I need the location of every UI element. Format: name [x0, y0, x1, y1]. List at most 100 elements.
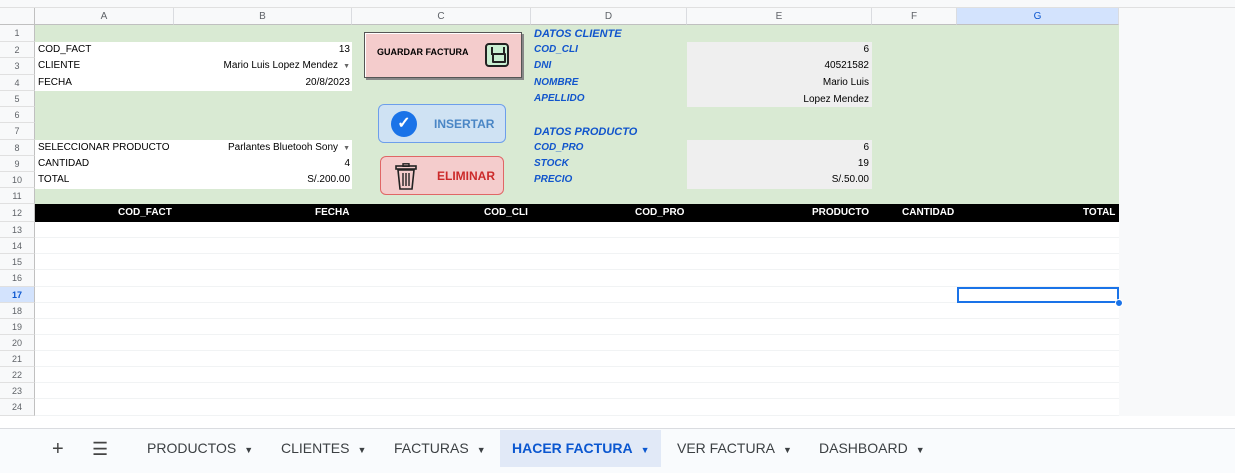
- nombre-value: Mario Luis: [822, 77, 869, 88]
- tab-ver-factura[interactable]: VER FACTURA ▼: [665, 430, 804, 467]
- tab-menu-arrow-icon: ▼: [244, 445, 254, 455]
- cod-pro-label: COD_PRO: [534, 142, 584, 153]
- column-header-d[interactable]: D: [531, 8, 687, 25]
- precio-value: S/.50.00: [831, 174, 869, 185]
- tab-menu-arrow-icon: ▼: [357, 445, 367, 455]
- selected-cell-g17[interactable]: [957, 287, 1119, 303]
- tab-label: FACTURAS: [394, 440, 469, 456]
- producto-label: SELECCIONAR PRODUCTO: [38, 142, 170, 153]
- tab-label: VER FACTURA: [677, 440, 776, 456]
- detail-header-total: TOTAL: [1083, 207, 1116, 218]
- column-header-g[interactable]: G: [957, 8, 1119, 25]
- fill-handle[interactable]: [1115, 299, 1123, 307]
- row-header-10[interactable]: 10: [0, 172, 35, 188]
- row-header-24[interactable]: 24: [0, 399, 35, 416]
- row-header-3[interactable]: 3: [0, 58, 35, 75]
- producto-dropdown[interactable]: Parlantes Bluetooh Sony ▼: [175, 140, 350, 157]
- detail-header-cod-fact: COD_FACT: [118, 207, 172, 218]
- row-header-6[interactable]: 6: [0, 107, 35, 123]
- tab-facturas[interactable]: FACTURAS ▼: [382, 430, 498, 467]
- datos-producto-heading: DATOS PRODUCTO: [534, 126, 638, 138]
- grid-line: [35, 253, 1119, 254]
- row-header-17[interactable]: 17: [0, 287, 35, 303]
- nombre-label: NOMBRE: [534, 77, 579, 88]
- grid-line: [35, 237, 1119, 238]
- row-header-21[interactable]: 21: [0, 351, 35, 367]
- row-header-13[interactable]: 13: [0, 222, 35, 238]
- stock-label: STOCK: [534, 158, 569, 169]
- toolbar-strip: [0, 0, 1235, 8]
- stock-value: 19: [857, 158, 869, 169]
- detail-header-cod-cli: COD_CLI: [484, 207, 528, 218]
- row-header-15[interactable]: 15: [0, 254, 35, 270]
- cod-fact-value[interactable]: 13: [200, 42, 350, 58]
- row-header-8[interactable]: 8: [0, 140, 35, 156]
- row-header-19[interactable]: 19: [0, 319, 35, 335]
- cliente-label: CLIENTE: [38, 60, 81, 71]
- select-all-corner[interactable]: [0, 8, 35, 25]
- detail-header-bar: [35, 204, 1119, 222]
- tab-dashboard[interactable]: DASHBOARD ▼: [807, 430, 937, 467]
- spreadsheet-window: A B C D E F G 1 2 3 4 5 6 7 8 9 10 11 12 13 14 15 16 17 1…: [0, 0, 1235, 473]
- detail-header-cod-pro: COD_PRO: [635, 207, 685, 218]
- detail-header-producto: PRODUCTO: [812, 207, 870, 218]
- row-header-11[interactable]: 11: [0, 188, 35, 204]
- all-sheets-menu-icon[interactable]: ☰: [92, 437, 108, 461]
- column-header-f[interactable]: F: [872, 8, 957, 25]
- row-header-4[interactable]: 4: [0, 75, 35, 91]
- row-header-14[interactable]: 14: [0, 238, 35, 254]
- dni-label: DNI: [534, 60, 552, 71]
- grid-line: [35, 334, 1119, 335]
- tab-label: CLIENTES: [281, 440, 350, 456]
- cliente-dropdown[interactable]: Mario Luis Lopez Mendez ▼: [175, 58, 350, 75]
- row-header-2[interactable]: 2: [0, 42, 35, 58]
- grid-line: [35, 350, 1119, 351]
- row-header-12[interactable]: 12: [0, 204, 35, 222]
- tab-hacer-factura[interactable]: HACER FACTURA ▼: [500, 430, 662, 467]
- apellido-value: Lopez Mendez: [803, 94, 869, 105]
- column-header-e[interactable]: E: [687, 8, 872, 25]
- tab-clientes[interactable]: CLIENTES ▼: [269, 430, 378, 467]
- row-header-16[interactable]: 16: [0, 270, 35, 287]
- grid-line: [35, 318, 1119, 319]
- cantidad-value[interactable]: 4: [200, 156, 350, 172]
- cliente-value: Mario Luis Lopez Mendez: [223, 60, 339, 71]
- grid-line: [35, 415, 1119, 416]
- column-header-c[interactable]: C: [352, 8, 531, 25]
- grid-line: [35, 382, 1119, 383]
- cod-cli-value: 6: [863, 44, 869, 55]
- column-header-a[interactable]: A: [35, 8, 174, 25]
- tab-label: DASHBOARD: [819, 440, 908, 456]
- row-header-18[interactable]: 18: [0, 303, 35, 319]
- eliminar-label: ELIMINAR: [437, 169, 495, 183]
- fecha-value[interactable]: 20/8/2023: [200, 75, 351, 91]
- checkmark-icon: ✓: [391, 111, 417, 137]
- total-label: TOTAL: [38, 174, 70, 185]
- detail-header-fecha: FECHA: [315, 207, 350, 218]
- row-header-22[interactable]: 22: [0, 367, 35, 383]
- total-value: S/.200.00: [307, 174, 350, 185]
- tab-menu-arrow-icon: ▼: [640, 445, 650, 455]
- tab-menu-arrow-icon: ▼: [783, 445, 792, 455]
- row-header-7[interactable]: 7: [0, 123, 35, 140]
- tab-label: PRODUCTOS: [147, 440, 237, 456]
- tab-label: HACER FACTURA: [512, 440, 633, 456]
- guardar-factura-button[interactable]: GUARDAR FACTURA: [364, 32, 522, 78]
- row-header-9[interactable]: 9: [0, 156, 35, 172]
- cod-cli-label: COD_CLI: [534, 44, 578, 55]
- cod-pro-value: 6: [863, 142, 869, 153]
- row-header-23[interactable]: 23: [0, 383, 35, 399]
- row-header-5[interactable]: 5: [0, 91, 35, 107]
- insertar-label: INSERTAR: [434, 117, 495, 131]
- tab-productos[interactable]: PRODUCTOS ▼: [135, 430, 265, 467]
- add-sheet-button[interactable]: +: [52, 437, 64, 461]
- apellido-label: APELLIDO: [534, 93, 585, 104]
- detail-header-cantidad: CANTIDAD: [902, 207, 955, 218]
- row-header-20[interactable]: 20: [0, 335, 35, 351]
- insertar-button[interactable]: ✓ INSERTAR: [378, 104, 506, 143]
- row-header-1[interactable]: 1: [0, 25, 35, 42]
- eliminar-button[interactable]: ELIMINAR: [380, 156, 504, 195]
- grid-line: [35, 398, 1119, 399]
- column-header-b[interactable]: B: [174, 8, 352, 25]
- dropdown-arrow-icon: ▼: [343, 63, 350, 70]
